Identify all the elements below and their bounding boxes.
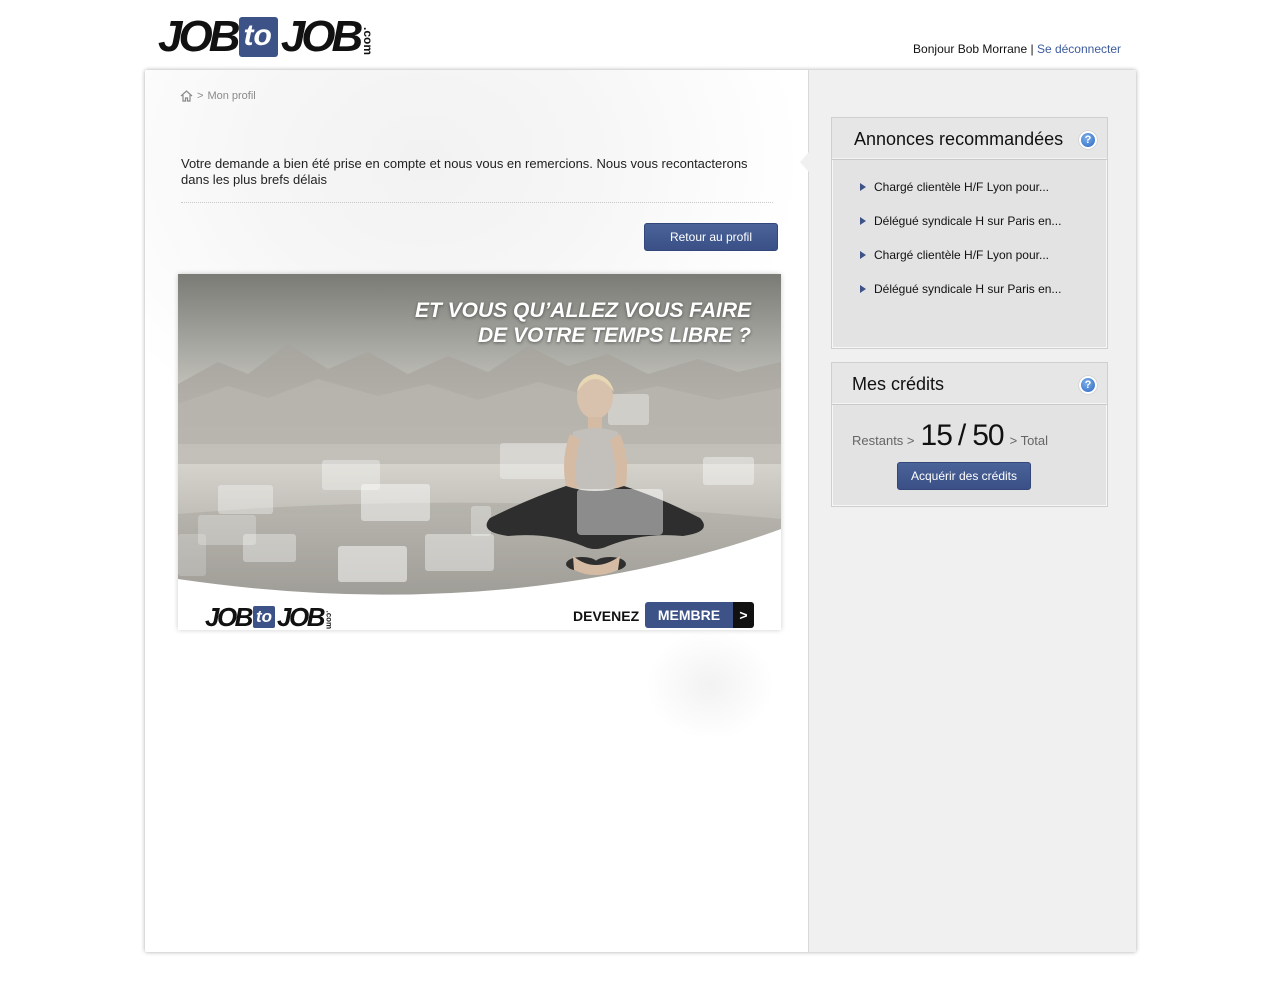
triangle-bullet-icon [860, 217, 866, 225]
credit-slash: / [957, 419, 967, 452]
banner-logo-job-right: JOB [277, 602, 325, 630]
banner-logo-com: .com [324, 610, 334, 629]
help-icon[interactable]: ? [1079, 131, 1097, 149]
triangle-bullet-icon [860, 285, 866, 293]
divider [181, 202, 773, 203]
confirmation-message: Votre demande a bien été prise en compte… [181, 156, 748, 187]
logo-to: to [239, 17, 278, 57]
logo-job-left: JOB [158, 12, 241, 61]
main-frame: > Mon profil Votre demande a bien été pr… [145, 70, 1136, 952]
annonce-link[interactable]: Délégué syndicale H sur Paris en... [874, 282, 1061, 296]
banner-headline-line2: DE VOTRE TEMPS LIBRE ? [477, 324, 751, 347]
user-bar: Bonjour Bob Morrane | Se déconnecter [913, 42, 1121, 56]
sidebar-notch [800, 152, 809, 172]
membership-banner[interactable]: ET VOUS QU’ALLEZ VOUS FAIRE DE VOTRE TEM… [178, 274, 781, 630]
home-icon[interactable] [180, 90, 193, 102]
remaining-credits: 15 [920, 419, 953, 452]
annonce-item[interactable]: Chargé clientèle H/F Lyon pour... [860, 248, 1107, 282]
annonces-list: Chargé clientèle H/F Lyon pour... Délégu… [832, 160, 1107, 316]
credits-title: Mes crédits [852, 374, 945, 394]
separator: | [1030, 42, 1034, 56]
annonces-widget: Annonces recommandées ? Chargé clientèle… [831, 117, 1108, 349]
annonce-item[interactable]: Délégué syndicale H sur Paris en... [860, 282, 1107, 316]
breadcrumb-separator: > [197, 90, 204, 102]
banner-logo: JOB to JOB .com [205, 604, 333, 630]
logout-link[interactable]: Se déconnecter [1037, 42, 1121, 56]
annonces-title: Annonces recommandées [854, 129, 1064, 149]
help-icon[interactable]: ? [1079, 376, 1097, 394]
logo-job-right: JOB [280, 12, 364, 61]
triangle-bullet-icon [860, 251, 866, 259]
annonce-item[interactable]: Chargé clientèle H/F Lyon pour... [860, 180, 1107, 214]
sidebar: Annonces recommandées ? Chargé clientèle… [800, 70, 1136, 952]
devenez-text: DEVENEZ [573, 608, 640, 624]
membre-label: MEMBRE [645, 602, 733, 628]
credit-counter: Restants > 15 / 50 > Total [852, 419, 1048, 453]
credits-widget: Mes crédits ? Restants > 15 / 50 > Total… [831, 362, 1108, 507]
devenir-membre-button[interactable]: MEMBRE > [645, 602, 754, 628]
breadcrumb-current: Mon profil [207, 90, 256, 102]
annonces-header: Annonces recommandées ? [832, 118, 1107, 160]
breadcrumb: > Mon profil [180, 90, 256, 102]
banner-photo: ET VOUS QU’ALLEZ VOUS FAIRE DE VOTRE TEM… [178, 274, 781, 604]
logo-com: .com [361, 27, 376, 56]
arrow-right-icon: > [733, 602, 754, 628]
total-label: > Total [1009, 433, 1049, 448]
jobtojob-logo[interactable]: JOB to JOB .com [158, 12, 376, 61]
annonce-link[interactable]: Délégué syndicale H sur Paris en... [874, 214, 1061, 228]
annonce-item[interactable]: Délégué syndicale H sur Paris en... [860, 214, 1107, 248]
banner-headline-line1: ET VOUS QU’ALLEZ VOUS FAIRE [414, 299, 751, 322]
retour-profil-button[interactable]: Retour au profil [644, 223, 778, 251]
annonce-link[interactable]: Chargé clientèle H/F Lyon pour... [874, 180, 1049, 194]
banner-headline: ET VOUS QU’ALLEZ VOUS FAIRE DE VOTRE TEM… [415, 298, 751, 348]
acquerir-credits-button[interactable]: Acquérir des crédits [897, 462, 1031, 490]
banner-logo-to: to [252, 606, 276, 628]
triangle-bullet-icon [860, 183, 866, 191]
credits-header: Mes crédits ? [832, 363, 1107, 405]
greeting-text: Bonjour Bob Morrane [913, 42, 1028, 56]
annonce-link[interactable]: Chargé clientèle H/F Lyon pour... [874, 248, 1049, 262]
total-credits: 50 [972, 419, 1004, 452]
remaining-label: Restants > [852, 433, 915, 448]
main-content: > Mon profil Votre demande a bien été pr… [145, 70, 808, 952]
banner-logo-job-left: JOB [205, 602, 253, 630]
